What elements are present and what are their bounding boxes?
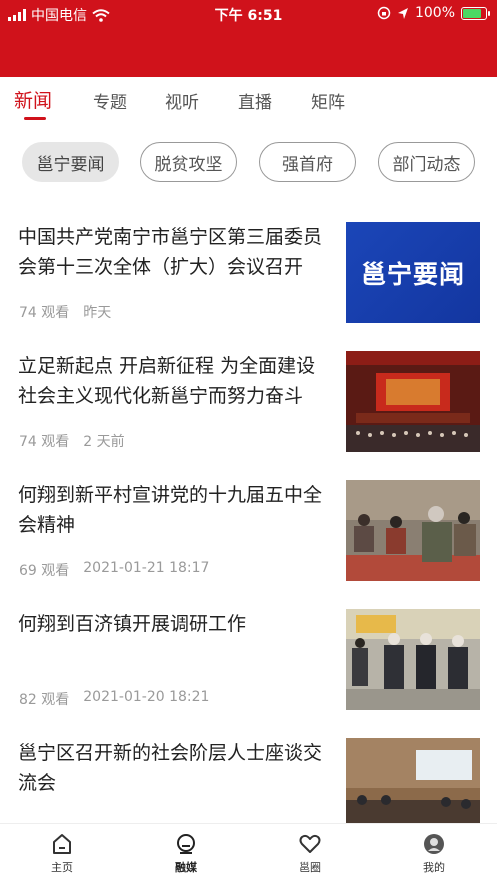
media-icon xyxy=(177,834,195,854)
tabbar-label: 融媒 xyxy=(175,861,197,874)
news-title: 邕宁区召开新的社会阶层人士座谈交流会 xyxy=(18,742,323,794)
news-thumbnail xyxy=(346,480,480,581)
news-item[interactable]: 中国共产党南宁市邕宁区第三届委员会第十三次全体（扩大）会议召开 74 观看 昨天… xyxy=(0,222,497,352)
news-title: 何翔到百济镇开展调研工作 xyxy=(18,613,247,635)
active-tab-indicator xyxy=(24,117,46,120)
profile-icon xyxy=(424,834,444,854)
tabbar-circle[interactable]: 邕圈 xyxy=(270,832,350,875)
news-views: 82 观看 xyxy=(19,692,70,708)
news-title: 何翔到新平村宣讲党的十九届五中全会精神 xyxy=(18,484,323,536)
tab-audio-video[interactable]: 视听 xyxy=(165,88,199,113)
bottom-tab-bar: 主页 融媒 邕圈 我的 xyxy=(0,823,497,884)
conference-photo xyxy=(346,351,480,452)
news-views: 74 观看 xyxy=(19,434,70,450)
village-meeting-photo xyxy=(346,480,480,581)
chip-capital[interactable]: 强首府 xyxy=(259,142,356,182)
battery-percent: 100% xyxy=(414,5,455,21)
news-meta: 74 观看 昨天 xyxy=(19,302,111,322)
news-thumbnail xyxy=(346,609,480,710)
news-views: 74 观看 xyxy=(19,305,70,321)
rotation-lock-icon xyxy=(377,6,391,20)
news-meta: 82 观看 2021-01-20 18:21 xyxy=(19,689,209,709)
news-item[interactable]: 何翔到新平村宣讲党的十九届五中全会精神 69 观看 2021-01-21 18:… xyxy=(0,480,497,610)
tabbar-label: 主页 xyxy=(51,861,73,874)
tabbar-label: 邕圈 xyxy=(299,861,321,874)
news-title: 中国共产党南宁市邕宁区第三届委员会第十三次全体（扩大）会议召开 xyxy=(18,226,323,278)
tabbar-profile[interactable]: 我的 xyxy=(394,832,474,875)
news-time: 2021-01-20 18:21 xyxy=(83,689,210,705)
status-bar: 中国电信 下午 6:51 100% xyxy=(0,0,497,27)
news-meta: 74 观看 2 天前 xyxy=(19,431,125,451)
news-meta: 69 观看 2021-01-21 18:17 xyxy=(19,560,209,580)
news-time: 2 天前 xyxy=(83,434,125,450)
category-chips: 邕宁要闻 脱贫攻坚 强首府 部门动态 xyxy=(0,142,497,188)
news-item[interactable]: 何翔到百济镇开展调研工作 82 观看 2021-01-20 18:21 xyxy=(0,609,497,739)
tabbar-home[interactable]: 主页 xyxy=(22,832,102,875)
news-title: 立足新起点 开启新征程 为全面建设社会主义现代化新邕宁而努力奋斗 xyxy=(18,355,316,407)
tabbar-label: 我的 xyxy=(423,861,445,874)
tab-live[interactable]: 直播 xyxy=(238,88,272,113)
tabbar-media[interactable]: 融媒 xyxy=(146,832,226,875)
status-right: 100% xyxy=(377,5,490,21)
chip-poverty[interactable]: 脱贫攻坚 xyxy=(140,142,237,182)
location-icon xyxy=(397,7,408,19)
news-thumbnail: 邕宁要闻 xyxy=(346,222,480,323)
news-time: 2021-01-21 18:17 xyxy=(83,560,210,576)
home-icon xyxy=(53,834,71,854)
news-item[interactable]: 立足新起点 开启新征程 为全面建设社会主义现代化新邕宁而努力奋斗 74 观看 2… xyxy=(0,351,497,481)
chip-yongning-news[interactable]: 邕宁要闻 xyxy=(22,142,119,182)
news-thumbnail xyxy=(346,351,480,452)
tab-news[interactable]: 新闻 xyxy=(14,86,52,113)
news-time: 昨天 xyxy=(83,305,112,321)
tab-topics[interactable]: 专题 xyxy=(93,88,127,113)
site-visit-photo xyxy=(346,609,480,710)
news-views: 69 观看 xyxy=(19,563,70,579)
header-band xyxy=(0,27,497,77)
thumbnail-text: 邕宁要闻 xyxy=(360,259,465,289)
chip-department[interactable]: 部门动态 xyxy=(378,142,475,182)
battery-icon xyxy=(461,6,490,20)
top-tabs: 新闻 专题 视听 直播 矩阵 xyxy=(0,77,497,123)
tab-matrix[interactable]: 矩阵 xyxy=(311,88,345,113)
heart-icon xyxy=(299,834,321,853)
